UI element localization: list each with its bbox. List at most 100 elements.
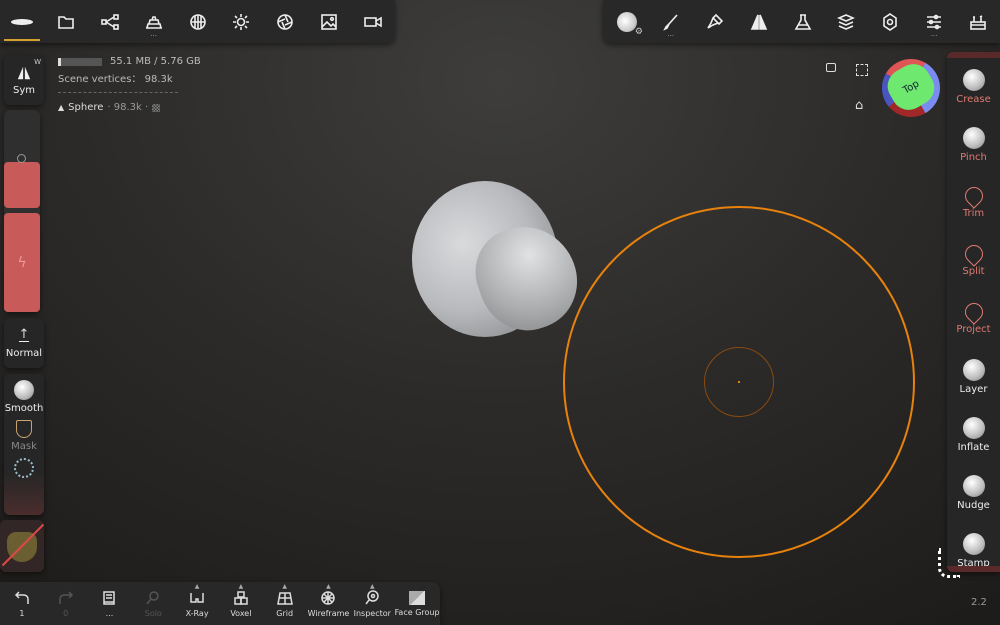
tool-project[interactable]: Project [947, 290, 1000, 348]
normal-toggle[interactable]: ↑ Normal [4, 318, 44, 368]
solo-button[interactable]: Solo [131, 582, 175, 625]
face-group-icon [409, 590, 426, 605]
tools-button[interactable] [956, 0, 1000, 43]
symmetry-toggle[interactable]: Sym W [4, 55, 44, 105]
nudge-icon [962, 475, 985, 497]
history-button[interactable]: ... [88, 582, 132, 625]
files-button[interactable] [44, 0, 88, 43]
tool-split[interactable]: Split [947, 232, 1000, 290]
lock-button[interactable] [826, 63, 836, 72]
xray-button[interactable]: ▲ X-Ray [175, 582, 219, 625]
brush-settings-button[interactable]: ... [649, 0, 693, 43]
tool-nudge[interactable]: Nudge [947, 464, 1000, 522]
material-button[interactable]: ⚙ [605, 0, 649, 43]
undo-button[interactable]: 1 [0, 582, 44, 625]
settings-button[interactable] [868, 0, 912, 43]
book-icon [103, 590, 116, 605]
lightning-icon: ϟ [17, 254, 27, 271]
tool-crease[interactable]: Crease [947, 58, 1000, 116]
checker-icon [152, 103, 161, 112]
bottom-toolbar: 1 0 ... Solo ▲ X-Ray ▲ Voxel ▲ Grid ▲ Wirefr… [0, 582, 440, 625]
grid-button[interactable]: ▲ Grid [263, 582, 307, 625]
object-info: · 98.3k · [107, 102, 149, 113]
layers-button[interactable] [824, 0, 868, 43]
object-name: Sphere [68, 102, 104, 113]
matcap-toggle[interactable] [0, 520, 44, 572]
search-icon [146, 590, 160, 604]
lighting-button[interactable] [219, 0, 263, 43]
inspector-icon [365, 589, 380, 604]
intensity-slider[interactable]: ϟ [4, 213, 40, 312]
crease-icon [962, 69, 985, 91]
sphere-grid-icon [189, 13, 206, 30]
tool-inflate[interactable]: Inflate [947, 406, 1000, 464]
background-button[interactable] [307, 0, 351, 43]
record-button[interactable] [351, 0, 395, 43]
flask-icon [794, 13, 811, 30]
painting-button[interactable] [693, 0, 737, 43]
toolbox-icon [970, 14, 986, 30]
symmetry-button[interactable] [737, 0, 781, 43]
tool-pinch[interactable]: Pinch [947, 116, 1000, 174]
filters-button[interactable] [781, 0, 825, 43]
home-button[interactable]: ⌂ [855, 98, 863, 113]
redo-button[interactable]: 0 [44, 582, 88, 625]
symmetry-icon [17, 66, 31, 79]
sun-icon [233, 13, 250, 30]
smooth-icon [14, 380, 34, 400]
undo-icon [14, 590, 29, 604]
wireframe-sphere-icon [321, 590, 336, 605]
face-group-button[interactable]: Face Group [394, 582, 440, 625]
mesh-icon: ▲ [58, 103, 65, 112]
topology-button[interactable] [176, 0, 220, 43]
radius-slider-handle[interactable] [17, 154, 26, 163]
version-label: 2.2 [971, 597, 987, 608]
gold-bars-button[interactable]: ... [132, 0, 176, 43]
cubes-icon [234, 590, 248, 605]
smooth-tool[interactable]: Smooth [4, 374, 44, 414]
tool-trim[interactable]: Trim [947, 174, 1000, 232]
folder-icon [58, 15, 74, 29]
upload-arrow-icon: ↑ [18, 326, 30, 342]
trim-icon [960, 183, 987, 209]
project-icon [960, 299, 987, 325]
camera-settings-button[interactable] [263, 0, 307, 43]
inflate-icon [962, 417, 985, 439]
top-right-toolbar: ⚙ ... ... [603, 0, 1000, 43]
video-camera-icon [364, 16, 382, 27]
sliders-icon [927, 14, 942, 29]
inspector-button[interactable]: ▲ Inspector [350, 582, 394, 625]
radius-slider[interactable] [4, 162, 40, 208]
interface-button[interactable]: ... [912, 0, 956, 43]
view-gizmo[interactable]: Top [882, 59, 940, 117]
scene-icon [10, 18, 33, 25]
scene-vertices: Scene vertices： 98.3k [58, 74, 173, 85]
memory-info: 55.1 MB / 5.76 GB [58, 56, 201, 67]
aperture-icon [277, 13, 294, 30]
brush-center-dot [738, 381, 740, 383]
mask-tool[interactable]: Mask [4, 414, 44, 452]
mask-shield-icon [16, 420, 32, 438]
image-icon [321, 13, 337, 30]
symmetry-icon [750, 14, 767, 30]
layer-icon [962, 359, 985, 381]
grid-icon [276, 591, 293, 605]
memory-bar [58, 57, 102, 66]
dither-tool[interactable] [4, 452, 44, 478]
fullscreen-button[interactable] [856, 64, 868, 76]
object-row[interactable]: ▲ Sphere · 98.3k · [58, 102, 161, 113]
scene-graph-button[interactable] [88, 0, 132, 43]
gear-small-icon: ⚙ [634, 27, 643, 37]
gold-bars-icon [145, 15, 162, 29]
voxel-button[interactable]: ▲ Voxel [219, 582, 263, 625]
panel-resize-handle[interactable] [938, 548, 960, 578]
top-left-toolbar: ... [0, 0, 395, 43]
quick-tools-panel: Smooth Mask [4, 374, 44, 515]
wireframe-button[interactable]: ▲ Wireframe [307, 582, 351, 625]
tool-layer[interactable]: Layer [947, 348, 1000, 406]
glasses-icon [190, 592, 204, 603]
scene-button[interactable] [0, 0, 44, 43]
gear-icon [883, 12, 898, 31]
gizmo-face-label: Top [900, 78, 922, 96]
dotted-sphere-icon [14, 458, 34, 478]
